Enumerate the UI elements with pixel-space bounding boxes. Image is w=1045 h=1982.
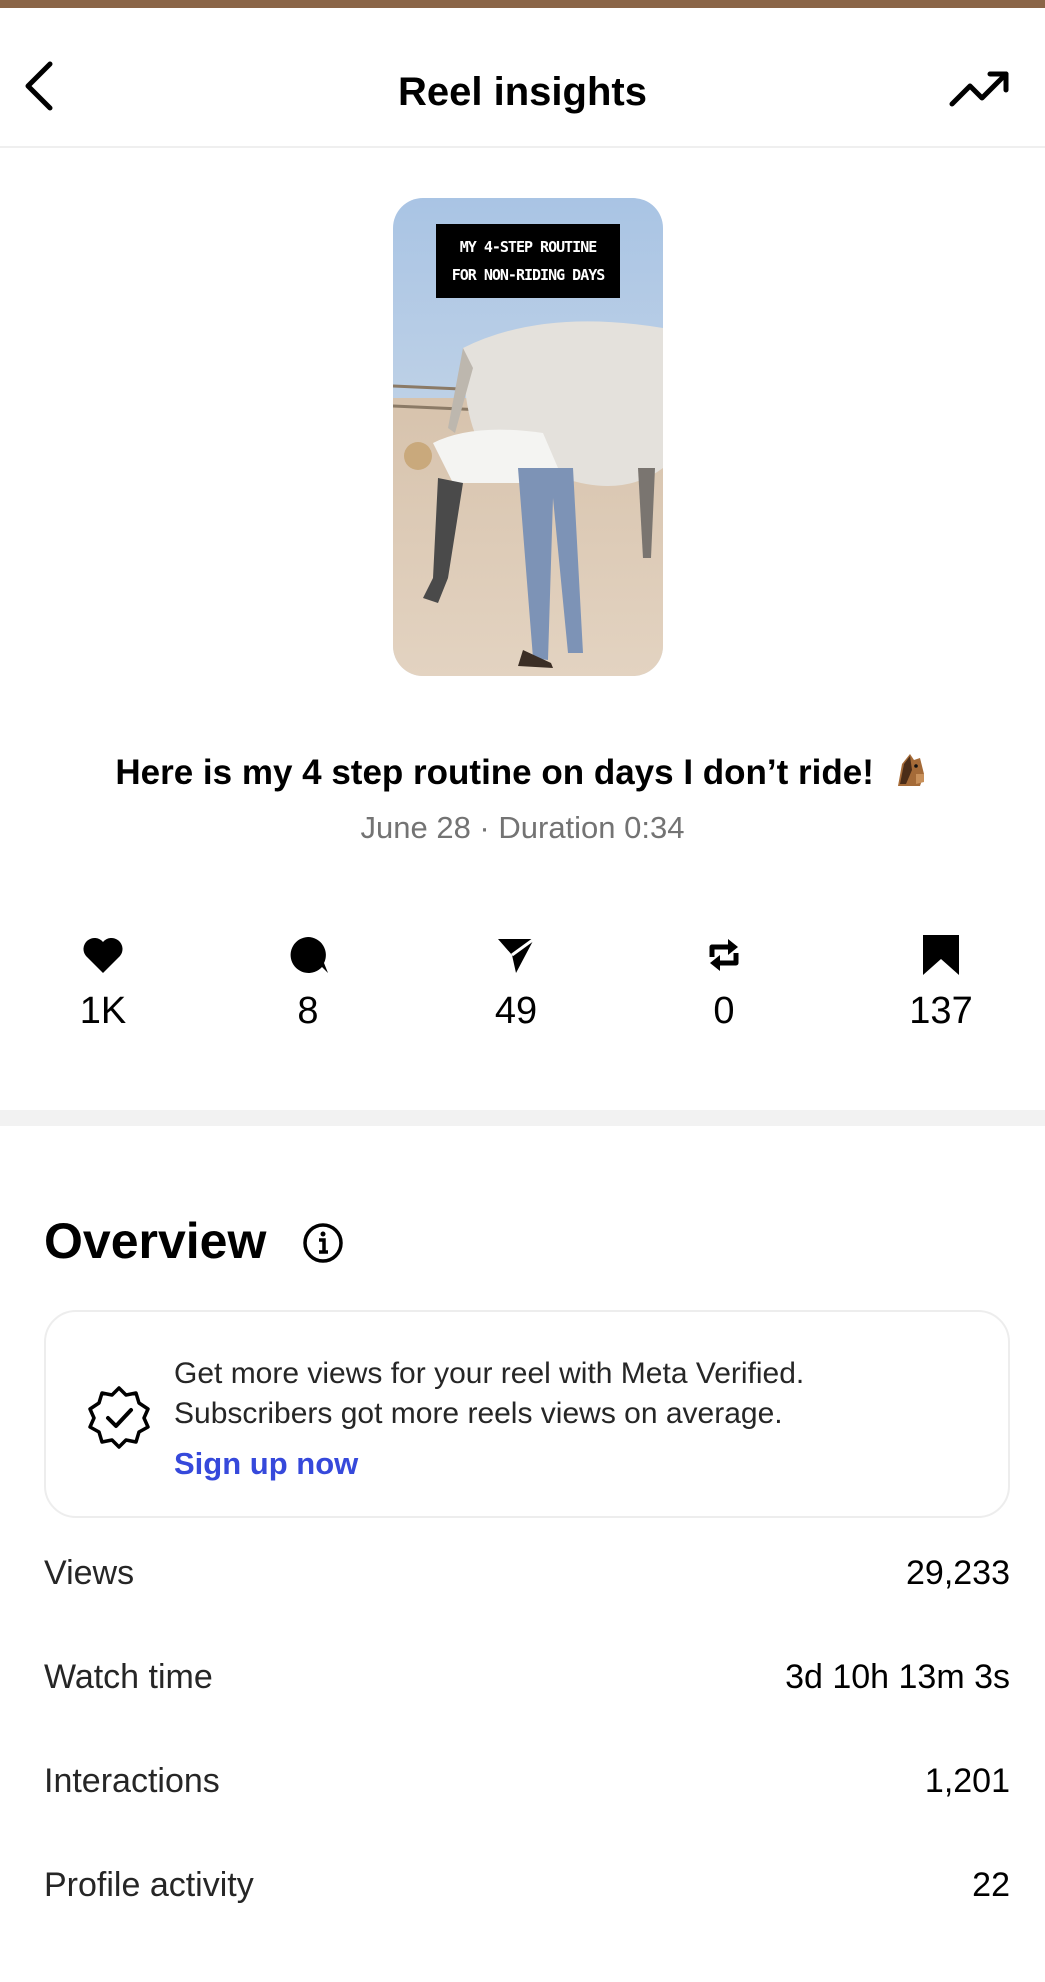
metric-label: Profile activity xyxy=(44,1866,254,1904)
reel-caption: Here is my 4 step routine on days I don’… xyxy=(0,750,1045,793)
comments-count: 8 xyxy=(297,990,319,1032)
header: Reel insights xyxy=(0,8,1045,148)
promo-line-2: Subscribers got more reels views on aver… xyxy=(174,1397,783,1430)
info-icon[interactable] xyxy=(302,1222,344,1264)
share-icon xyxy=(498,937,535,973)
likes-count: 1K xyxy=(79,990,127,1032)
sign-up-link[interactable]: Sign up now xyxy=(174,1446,358,1482)
reel-overlay-text: MY 4-STEP ROUTINE FOR NON-RIDING DAYS xyxy=(436,224,620,298)
stat-shares: 49 xyxy=(456,930,576,1033)
repost-icon xyxy=(709,939,739,971)
reel-date-duration: June 28 · Duration 0:34 xyxy=(360,810,685,845)
reel-thumbnail[interactable]: MY 4-STEP ROUTINE FOR NON-RIDING DAYS xyxy=(393,198,663,676)
stat-comments: 8 xyxy=(248,930,368,1033)
verified-badge-icon xyxy=(88,1386,150,1449)
stat-reposts: 0 xyxy=(664,930,784,1033)
metric-label: Interactions xyxy=(44,1762,220,1800)
metric-row-views: Views 29,233 xyxy=(44,1544,1010,1604)
overlay-line-2: FOR NON-RIDING DAYS xyxy=(451,266,606,284)
metric-value: 1,201 xyxy=(924,1762,1010,1800)
overlay-line-1: MY 4-STEP ROUTINE xyxy=(459,238,598,256)
stat-saves: 137 xyxy=(881,930,1001,1033)
overview-heading: Overview xyxy=(44,1213,267,1269)
trending-up-icon[interactable] xyxy=(946,64,1016,114)
bookmark-icon xyxy=(923,935,959,975)
shares-count: 49 xyxy=(494,990,538,1032)
reposts-count: 0 xyxy=(713,990,735,1032)
section-divider xyxy=(0,1110,1045,1126)
metric-value: 29,233 xyxy=(906,1554,1010,1592)
meta-verified-promo-card: Get more views for your reel with Meta V… xyxy=(44,1310,1010,1518)
metric-row-interactions: Interactions 1,201 xyxy=(44,1752,1010,1812)
caption-text: Here is my 4 step routine on days I don’… xyxy=(115,753,874,792)
engagement-stats: 1K 8 49 0 137 xyxy=(0,930,1045,1040)
page-title: Reel insights xyxy=(398,70,647,114)
promo-text: Get more views for your reel with Meta V… xyxy=(174,1354,804,1434)
heart-icon xyxy=(83,937,123,973)
metric-row-watch-time: Watch time 3d 10h 13m 3s xyxy=(44,1648,1010,1708)
metric-row-profile-activity: Profile activity 22 xyxy=(44,1856,1010,1916)
horse-face-emoji xyxy=(897,754,924,786)
comment-icon xyxy=(290,937,328,973)
metric-label: Views xyxy=(44,1554,135,1592)
metric-value: 22 xyxy=(972,1866,1010,1904)
metric-value: 3d 10h 13m 3s xyxy=(785,1658,1010,1696)
promo-line-1: Get more views for your reel with Meta V… xyxy=(174,1357,805,1390)
metric-label: Watch time xyxy=(44,1658,213,1696)
status-bar-strip xyxy=(0,0,1045,8)
stat-likes: 1K xyxy=(43,930,163,1033)
saves-count: 137 xyxy=(909,990,973,1032)
